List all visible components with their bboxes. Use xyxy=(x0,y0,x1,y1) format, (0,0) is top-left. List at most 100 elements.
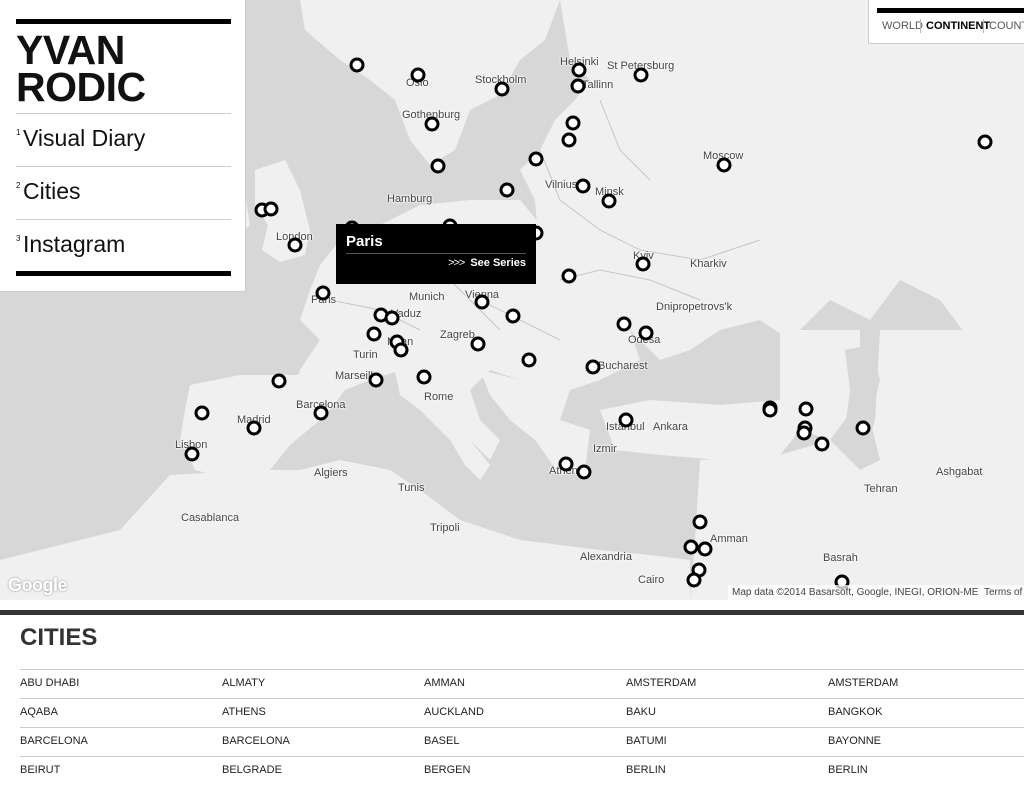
label-ashgabat: Ashgabat xyxy=(936,466,983,478)
cities-row: ABU DHABI ALMATY AMMAN AMSTERDAM AMSTERD… xyxy=(20,669,1024,698)
city-marker[interactable] xyxy=(313,405,329,421)
city-marker[interactable] xyxy=(798,401,814,417)
city-marker[interactable] xyxy=(616,316,632,332)
label-tripoli: Tripoli xyxy=(430,522,460,534)
label-hamburg: Hamburg xyxy=(387,193,433,205)
city-marker[interactable] xyxy=(576,464,592,480)
city-marker[interactable] xyxy=(561,132,577,148)
city-link[interactable]: BERGEN xyxy=(424,764,470,776)
see-series-label: See Series xyxy=(470,257,526,269)
nav-item-cities[interactable]: 2 Cities xyxy=(16,166,231,219)
city-link[interactable]: AMMAN xyxy=(424,677,465,689)
city-marker[interactable] xyxy=(683,539,699,555)
city-link[interactable]: AUCKLAND xyxy=(424,706,484,718)
nav-item-label: Instagram xyxy=(23,231,126,257)
city-link[interactable]: AMSTERDAM xyxy=(626,677,696,689)
city-marker[interactable] xyxy=(494,81,510,97)
map-view-tabs: WORLD CONTINENT COUNTRY xyxy=(868,0,1024,44)
brand-rule-top xyxy=(16,19,231,24)
city-marker[interactable] xyxy=(716,157,732,173)
city-marker[interactable] xyxy=(474,294,490,310)
city-link[interactable]: ATHENS xyxy=(222,706,266,718)
city-link[interactable]: BANGKOK xyxy=(828,706,882,718)
label-munich: Munich xyxy=(409,291,445,303)
city-marker[interactable] xyxy=(977,134,993,150)
city-marker[interactable] xyxy=(570,78,586,94)
city-marker[interactable] xyxy=(410,67,426,83)
city-link[interactable]: BAYONNE xyxy=(828,735,881,747)
city-marker[interactable] xyxy=(424,116,440,132)
city-marker[interactable] xyxy=(601,193,617,209)
city-marker[interactable] xyxy=(855,420,871,436)
city-marker[interactable] xyxy=(271,373,287,389)
city-marker[interactable] xyxy=(246,420,262,436)
city-marker[interactable] xyxy=(692,514,708,530)
city-marker[interactable] xyxy=(571,62,587,78)
tab-separator xyxy=(920,19,921,33)
nav-item-instagram[interactable]: 3 Instagram xyxy=(16,219,231,272)
city-marker[interactable] xyxy=(184,446,200,462)
city-marker[interactable] xyxy=(635,256,651,272)
city-link[interactable]: BARCELONA xyxy=(20,735,88,747)
city-link[interactable]: AQABA xyxy=(20,706,58,718)
city-marker[interactable] xyxy=(384,310,400,326)
city-marker[interactable] xyxy=(762,402,778,418)
city-link[interactable]: BERLIN xyxy=(828,764,868,776)
city-marker[interactable] xyxy=(638,325,654,341)
city-marker[interactable] xyxy=(393,342,409,358)
see-series-link[interactable]: >>> See Series xyxy=(448,257,526,269)
tab-country[interactable]: COUNTRY xyxy=(989,20,1024,32)
city-marker[interactable] xyxy=(263,201,279,217)
city-marker[interactable] xyxy=(470,336,486,352)
city-link[interactable]: BATUMI xyxy=(626,735,667,747)
tab-separator xyxy=(983,19,984,33)
city-link[interactable]: BERLIN xyxy=(626,764,666,776)
label-turin: Turin xyxy=(353,349,378,361)
label-kharkiv: Kharkiv xyxy=(690,258,727,270)
city-link[interactable]: BELGRADE xyxy=(222,764,282,776)
city-marker[interactable] xyxy=(499,182,515,198)
city-marker[interactable] xyxy=(194,405,210,421)
city-marker[interactable] xyxy=(505,308,521,324)
label-casablanca: Casablanca xyxy=(181,512,240,524)
city-marker[interactable] xyxy=(575,178,591,194)
city-marker[interactable] xyxy=(814,436,830,452)
city-marker[interactable] xyxy=(565,115,581,131)
city-marker[interactable] xyxy=(528,151,544,167)
city-marker[interactable] xyxy=(796,425,812,441)
city-marker[interactable] xyxy=(366,326,382,342)
city-marker[interactable] xyxy=(521,352,537,368)
city-link[interactable]: AMSTERDAM xyxy=(828,677,898,689)
site-logo[interactable]: YVAN RODIC xyxy=(16,30,231,108)
city-link[interactable]: BEIRUT xyxy=(20,764,60,776)
city-marker[interactable] xyxy=(618,412,634,428)
city-link[interactable]: ABU DHABI xyxy=(20,677,79,689)
city-marker[interactable] xyxy=(558,456,574,472)
city-link[interactable]: BARCELONA xyxy=(222,735,290,747)
cities-section: CITIES ABU DHABI ALMATY AMMAN AMSTERDAM … xyxy=(20,616,1024,785)
main-nav: 1 Visual Diary 2 Cities 3 Instagram xyxy=(16,113,231,272)
city-link[interactable]: BAKU xyxy=(626,706,656,718)
terms-link[interactable]: Terms of Use xyxy=(980,585,1024,600)
city-marker[interactable] xyxy=(287,237,303,253)
city-marker[interactable] xyxy=(416,369,432,385)
tooltip-city-name: Paris xyxy=(346,233,383,250)
nav-item-visual-diary[interactable]: 1 Visual Diary xyxy=(16,113,231,166)
city-marker[interactable] xyxy=(430,158,446,174)
city-marker[interactable] xyxy=(315,285,331,301)
city-marker[interactable] xyxy=(585,359,601,375)
label-dnipropetrovsk: Dnipropetrovs'k xyxy=(656,301,733,313)
city-marker[interactable] xyxy=(561,268,577,284)
city-marker[interactable] xyxy=(349,57,365,73)
tab-continent[interactable]: CONTINENT xyxy=(926,20,990,32)
city-marker[interactable] xyxy=(633,67,649,83)
city-marker[interactable] xyxy=(368,372,384,388)
city-marker[interactable] xyxy=(686,572,702,588)
city-marker[interactable] xyxy=(697,541,713,557)
city-link[interactable]: BASEL xyxy=(424,735,459,747)
nav-item-number: 2 xyxy=(16,181,21,190)
label-alexandria: Alexandria xyxy=(580,551,632,563)
tooltip-divider xyxy=(346,253,526,254)
tab-world[interactable]: WORLD xyxy=(882,20,923,32)
city-link[interactable]: ALMATY xyxy=(222,677,265,689)
